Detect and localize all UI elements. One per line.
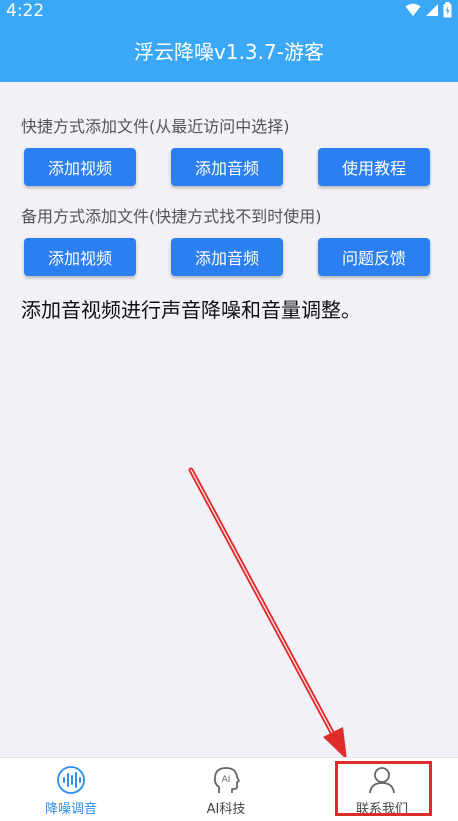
backup-add-video-button[interactable]: 添加视频 xyxy=(24,238,136,276)
quick-add-video-button[interactable]: 添加视频 xyxy=(24,148,136,186)
quick-add-audio-button[interactable]: 添加音频 xyxy=(171,148,283,186)
tutorial-button[interactable]: 使用教程 xyxy=(318,148,430,186)
description-text: 添加音视频进行声音降噪和音量调整。 xyxy=(21,298,361,322)
waveform-icon xyxy=(57,766,85,794)
svg-text:AI: AI xyxy=(222,775,231,785)
highlight-box xyxy=(335,761,432,816)
backup-add-audio-button[interactable]: 添加音频 xyxy=(171,238,283,276)
page-title: 浮云降噪v1.3.7-游客 xyxy=(134,40,324,64)
battery-icon xyxy=(443,2,452,18)
status-time: 4:22 xyxy=(6,1,45,21)
nav-item-denoise[interactable]: 降噪调音 xyxy=(16,758,126,821)
backup-add-label: 备用方式添加文件(快捷方式找不到时使用) xyxy=(21,207,322,226)
ai-head-icon: AI xyxy=(213,767,240,793)
signal-icon xyxy=(426,4,438,16)
wifi-icon xyxy=(405,3,421,16)
nav-item-ai[interactable]: AI AI科技 xyxy=(171,758,281,821)
quick-add-label: 快捷方式添加文件(从最近访问中选择) xyxy=(21,117,290,136)
nav-label-denoise: 降噪调音 xyxy=(44,802,97,817)
feedback-button[interactable]: 问题反馈 xyxy=(318,238,430,276)
status-icons xyxy=(405,2,452,18)
app-header: 4:22 浮云降噪v1.3.7-游客 xyxy=(0,0,458,82)
nav-label-ai: AI科技 xyxy=(206,802,246,817)
